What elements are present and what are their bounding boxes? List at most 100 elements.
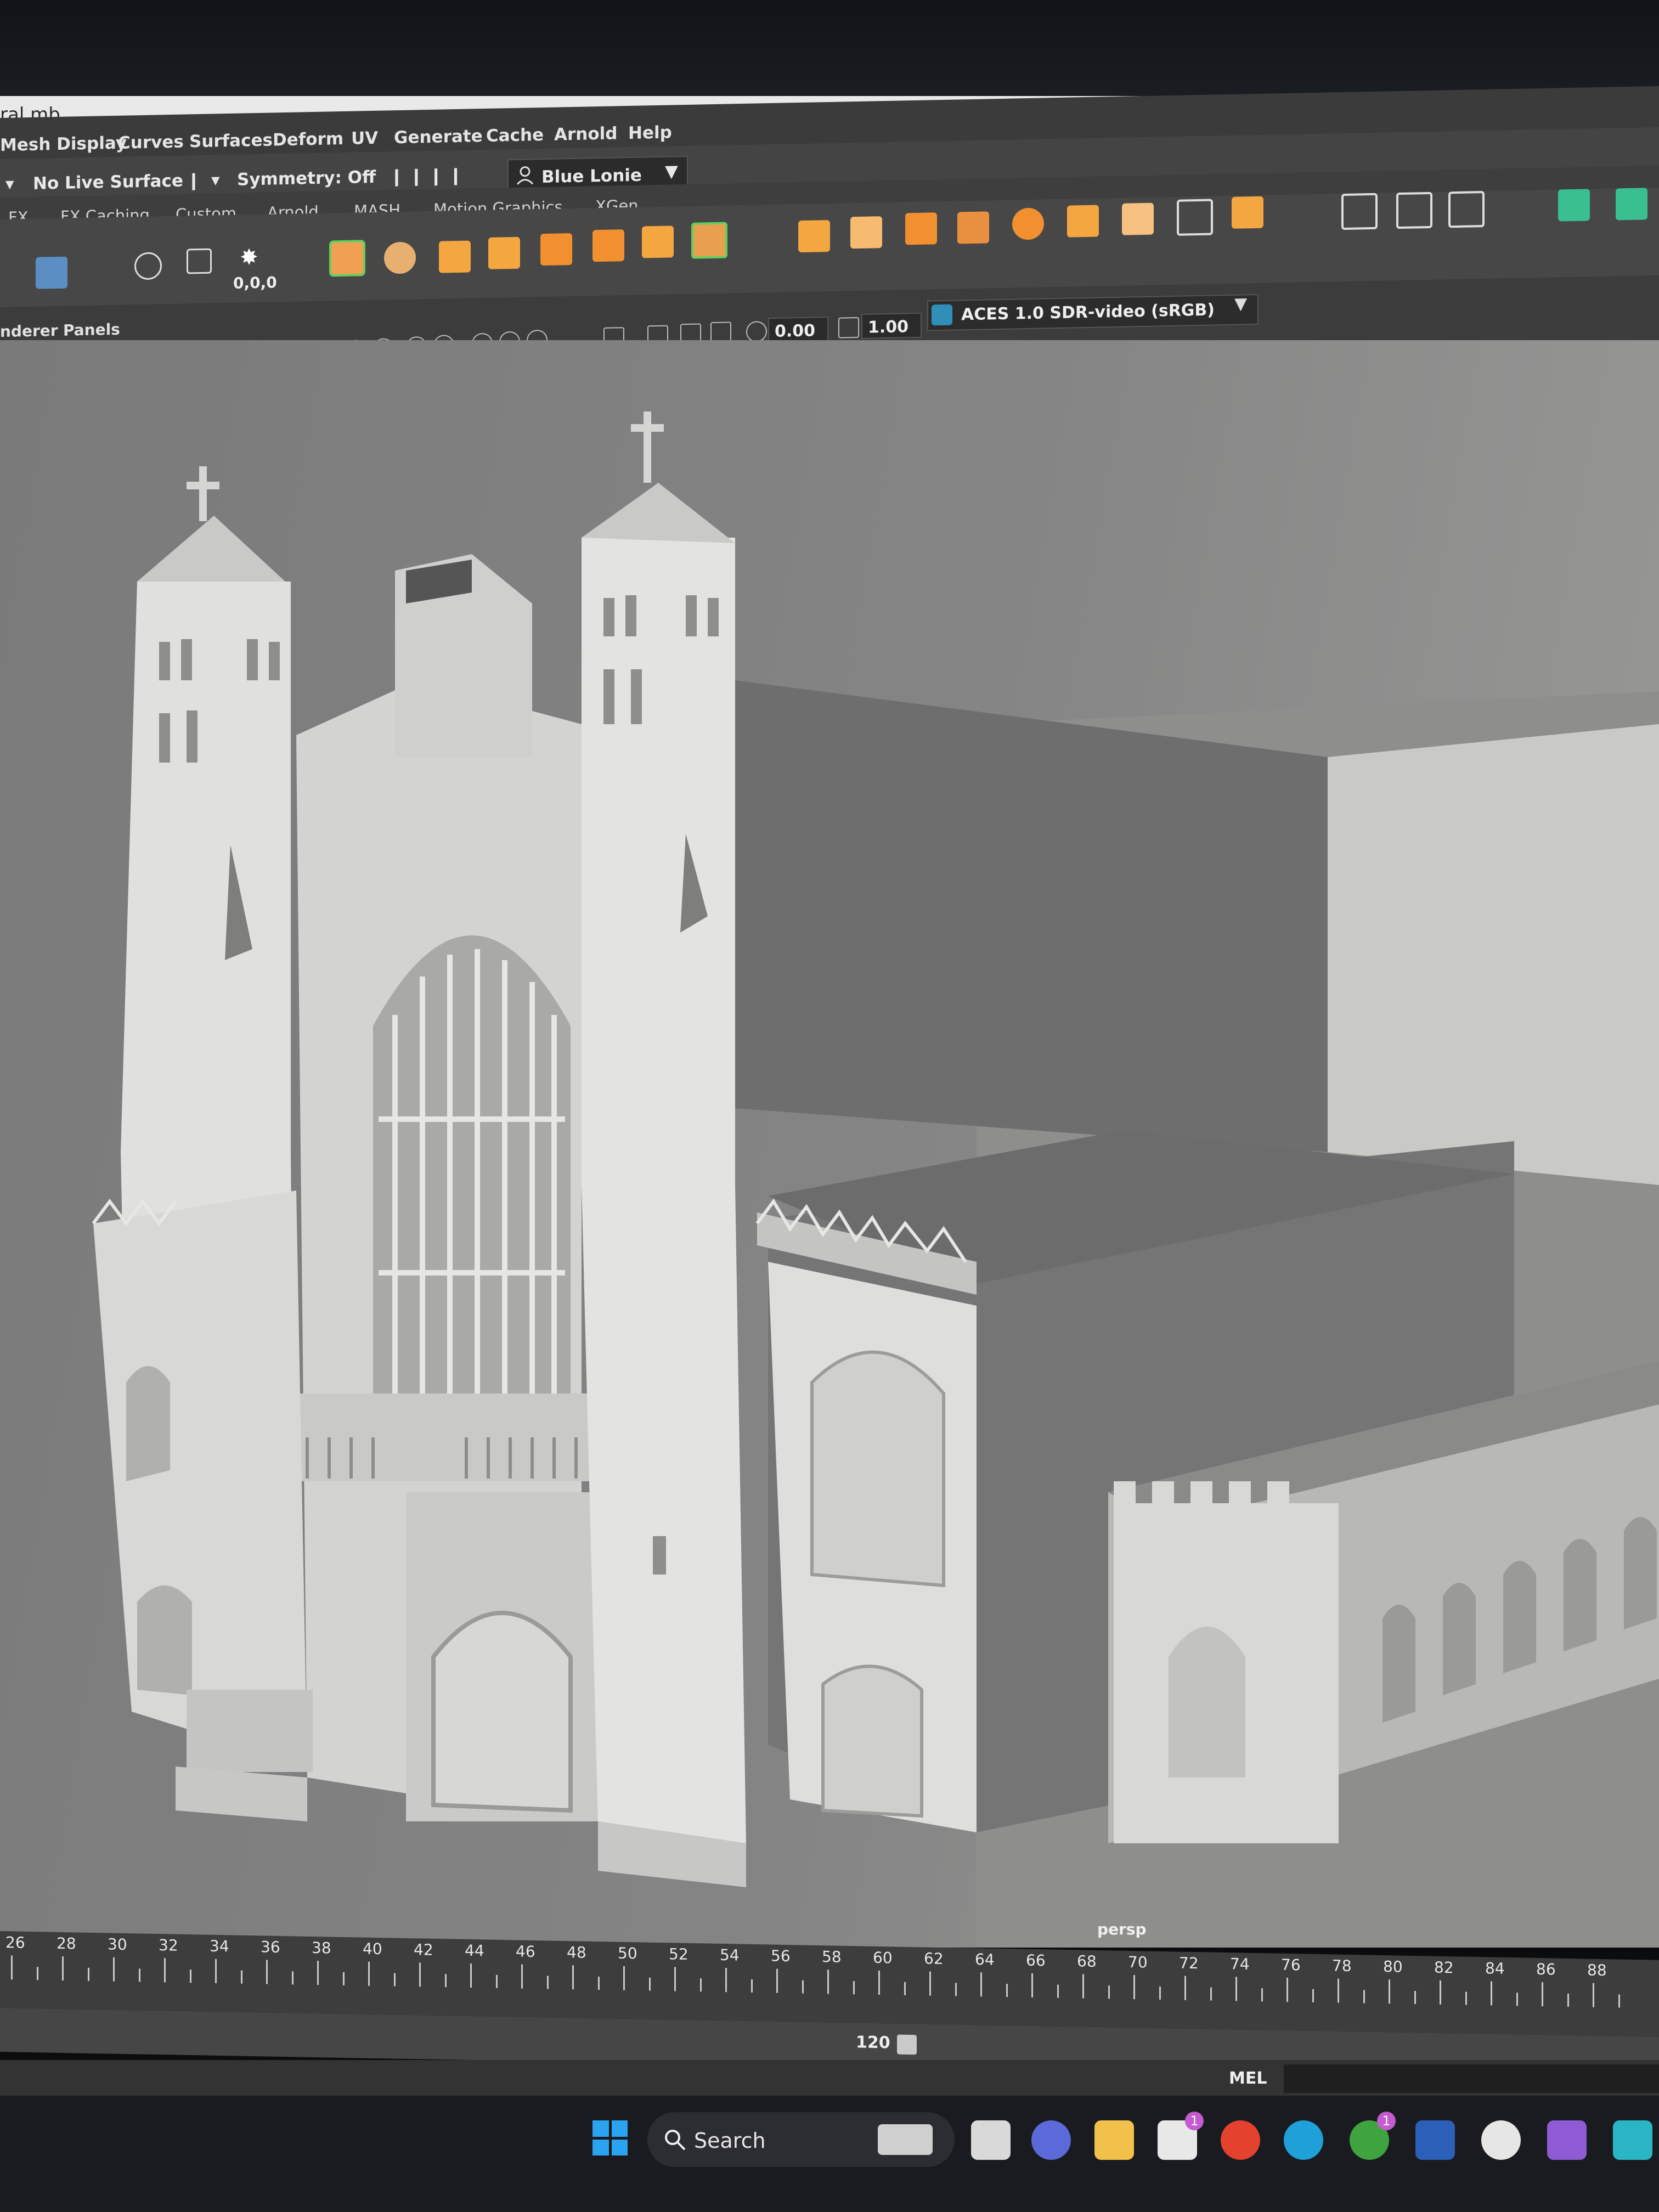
timeline-tick: [725, 1968, 727, 1993]
exposure-field[interactable]: 0.00: [768, 317, 828, 343]
grid-icon[interactable]: [36, 256, 67, 289]
visual-studio-icon[interactable]: [1547, 2120, 1587, 2160]
timeline-tick-label: 52: [669, 1945, 689, 1963]
search-label: Search: [694, 2129, 766, 2153]
range-handle[interactable]: [897, 2034, 917, 2055]
cube-icon[interactable]: [439, 240, 471, 273]
timeline-tick: [1031, 1973, 1033, 1997]
xbox-icon[interactable]: 1: [1350, 2112, 1396, 2160]
maya-icon[interactable]: [1613, 2120, 1652, 2160]
windows-start-icon[interactable]: [592, 2120, 628, 2155]
timeline-minor-tick: [751, 1979, 753, 1993]
timeline-minor-tick: [291, 1971, 294, 1985]
color-space-label: ACES 1.0 SDR-video (sRGB): [961, 300, 1215, 325]
menu-cache[interactable]: Cache: [486, 125, 544, 146]
timeline-tick-label: 82: [1434, 1958, 1454, 1977]
monitor-bezel: [0, 0, 1659, 99]
menu-deform[interactable]: Deform: [273, 129, 343, 150]
mesh-green-icon[interactable]: [1558, 189, 1590, 222]
chevron-down-icon[interactable]: ▼: [1234, 294, 1247, 313]
gamma-field[interactable]: 1.00: [861, 312, 922, 339]
separate-icon[interactable]: [691, 222, 727, 259]
pivot-icon[interactable]: [134, 252, 162, 280]
timeline-minor-tick: [1414, 1990, 1416, 2005]
range-end-field[interactable]: 120: [856, 2033, 890, 2052]
menu-generate[interactable]: Generate: [394, 126, 483, 148]
timeline-tick: [113, 1957, 115, 1982]
chevron-down-icon[interactable]: ▾: [211, 170, 220, 190]
timeline-tick: [1184, 1976, 1186, 2000]
menu-uv[interactable]: UV: [351, 128, 378, 149]
edge-icon[interactable]: [1284, 2120, 1323, 2160]
combine-icon[interactable]: [642, 225, 674, 258]
mirror-icon[interactable]: [905, 212, 937, 245]
timeline-minor-tick: [597, 1977, 600, 1990]
timeline-tick: [623, 1966, 625, 1990]
timeline-tick: [368, 1961, 370, 1986]
timeline-minor-tick: [1006, 1984, 1008, 1997]
timeline-tick-label: 88: [1587, 1961, 1607, 1980]
offset-icon[interactable]: [1067, 205, 1099, 238]
timeline-tick-label: 74: [1230, 1955, 1250, 1973]
uv-icon[interactable]: [1232, 196, 1263, 229]
timeline-minor-tick: [1108, 1985, 1110, 1999]
menu-panels[interactable]: Panels: [63, 320, 120, 340]
timeline-minor-tick: [1210, 1987, 1212, 2001]
timeline-tick-label: 48: [567, 1943, 586, 1962]
timeline-minor-tick: [36, 1967, 38, 1980]
menu-surfaces[interactable]: Surfaces: [189, 130, 273, 151]
select-box-icon[interactable]: [1396, 191, 1432, 229]
word-icon[interactable]: [1415, 2120, 1455, 2160]
viewport-persp[interactable]: persp: [0, 340, 1659, 1948]
bevel-icon[interactable]: [540, 233, 572, 266]
edit-icon[interactable]: [1448, 191, 1485, 228]
live-surface-field[interactable]: No Live Surface: [33, 171, 183, 194]
plane-icon[interactable]: [1122, 202, 1154, 235]
merge-icon[interactable]: [957, 211, 989, 244]
boolean-icon[interactable]: [798, 219, 830, 253]
smooth-icon[interactable]: [850, 216, 882, 249]
cathedral-model: [92, 411, 1659, 1948]
mel-input[interactable]: [1284, 2064, 1659, 2093]
frame-icon[interactable]: [1177, 199, 1213, 236]
menu-arnold[interactable]: Arnold: [554, 123, 617, 144]
gamma-icon: [838, 317, 859, 338]
file-explorer-icon[interactable]: [1094, 2120, 1134, 2160]
symmetry-dropdown[interactable]: Symmetry: Off: [237, 167, 376, 190]
sphere-icon[interactable]: [384, 241, 416, 274]
menu-renderer[interactable]: nderer: [0, 321, 58, 341]
timeline-tick-label: 28: [57, 1934, 76, 1953]
task-view-icon[interactable]: [971, 2120, 1011, 2160]
color-space-dropdown[interactable]: ACES 1.0 SDR-video (sRGB): [927, 294, 1259, 331]
chrome-icon[interactable]: [1221, 2120, 1260, 2160]
mesh-teal-icon[interactable]: [1616, 188, 1647, 221]
timeline-tick-label: 40: [363, 1939, 382, 1959]
timeline-minor-tick: [1465, 1991, 1467, 2005]
radial-icon[interactable]: [1012, 207, 1044, 240]
mel-label[interactable]: MEL: [1229, 2069, 1267, 2088]
timeline-tick: [266, 1960, 268, 1984]
sphere-select-icon[interactable]: [329, 240, 365, 277]
unity-icon[interactable]: [1481, 2120, 1521, 2160]
menu-curves[interactable]: Curves: [118, 132, 184, 153]
timeline-tick-label: 44: [465, 1941, 484, 1960]
pen-icon[interactable]: [1341, 193, 1378, 230]
timeline-minor-tick: [904, 1982, 906, 1995]
timeline-tick-label: 80: [1383, 1957, 1403, 1976]
extrude-icon[interactable]: [488, 236, 520, 269]
timeline-minor-tick: [444, 1974, 447, 1988]
teams-icon[interactable]: [1031, 2120, 1071, 2160]
taskbar: Search 1 1: [0, 2096, 1659, 2212]
store-icon[interactable]: 1: [1158, 2112, 1204, 2160]
menu-help[interactable]: Help: [628, 122, 672, 143]
taskbar-search[interactable]: Search: [647, 2112, 955, 2167]
menu-mesh-display[interactable]: Mesh Display: [0, 133, 127, 155]
bridge-icon[interactable]: [592, 229, 624, 262]
locator-icon[interactable]: [187, 248, 212, 274]
timeline-tick: [878, 1970, 880, 1995]
timeline-tick: [317, 1961, 319, 1985]
exposure-icon: [746, 321, 767, 342]
timeline-tick: [1082, 1974, 1084, 1999]
burst-icon[interactable]: ✸: [233, 245, 265, 277]
chevron-down-icon[interactable]: ▾: [5, 174, 14, 194]
